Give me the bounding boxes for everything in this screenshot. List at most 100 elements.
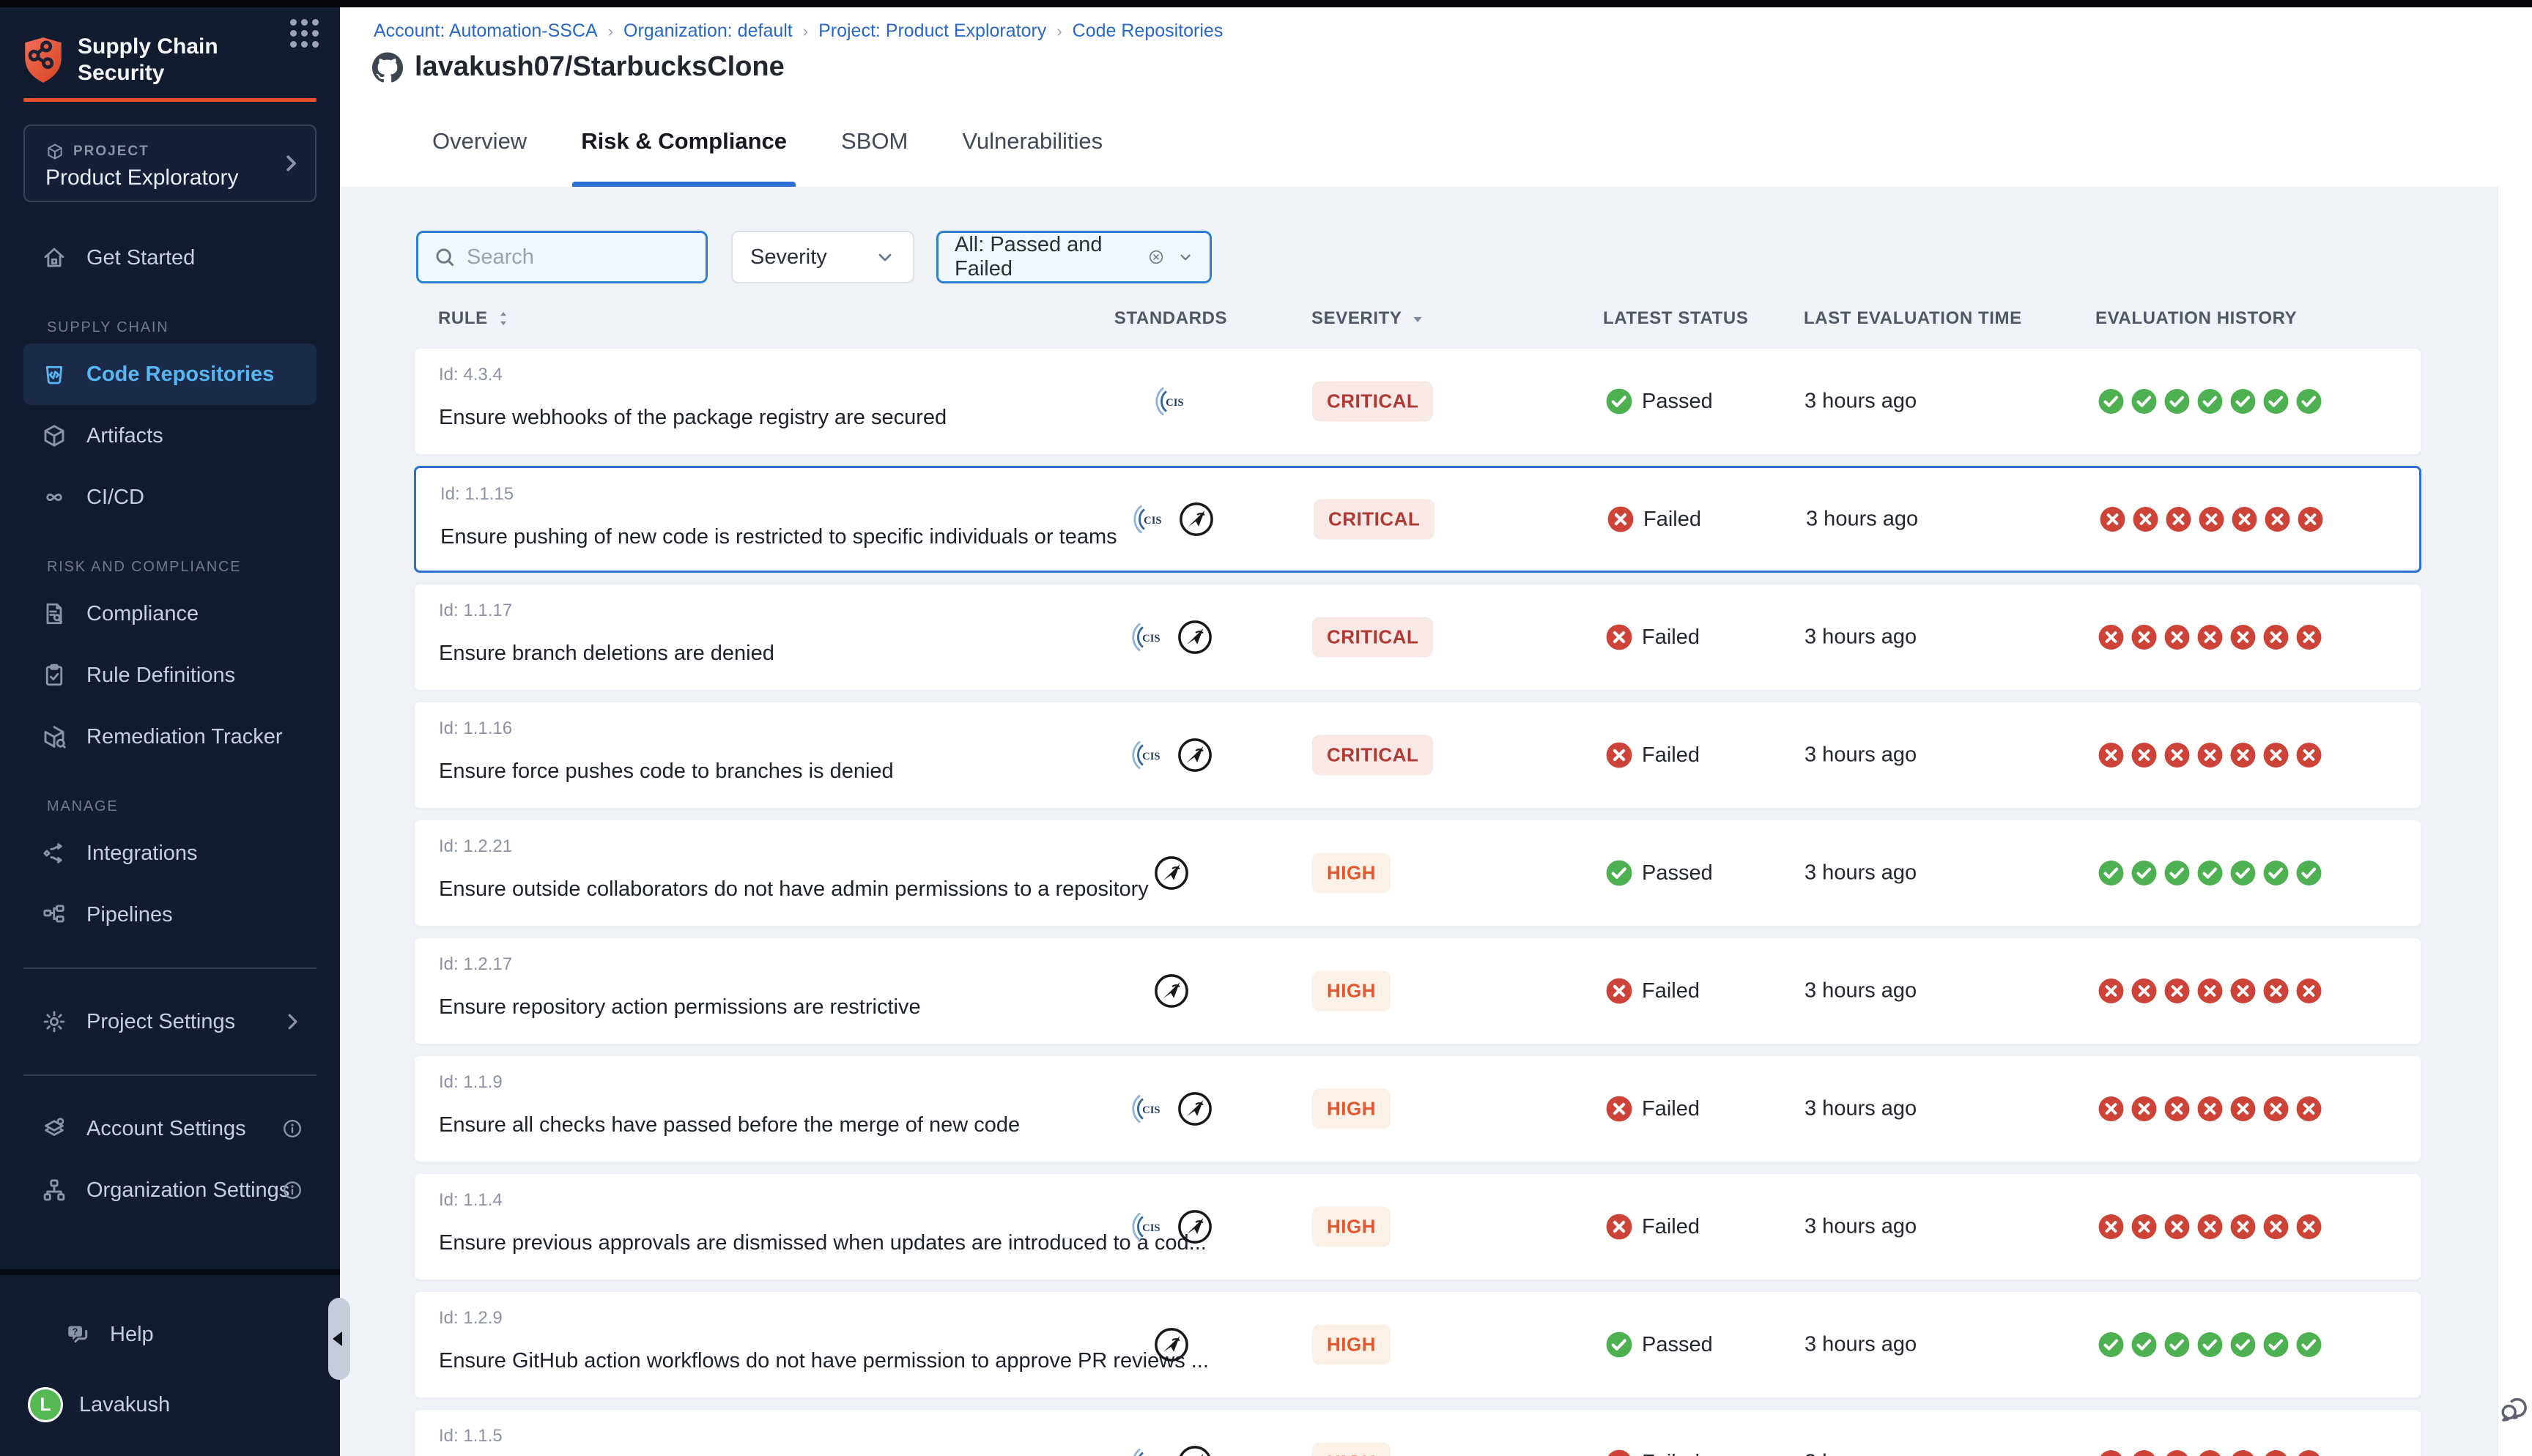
latest-status: Failed bbox=[1605, 977, 1700, 1005]
check-icon bbox=[2196, 1331, 2224, 1359]
sidebar-item-label: Rule Definitions bbox=[86, 664, 235, 688]
tab-overview[interactable]: Overview bbox=[423, 95, 536, 187]
sidebar-item-ci-cd[interactable]: CI/CD bbox=[23, 467, 316, 528]
owasp-icon bbox=[1176, 1444, 1214, 1456]
fail-icon bbox=[2297, 506, 2324, 533]
fail-icon bbox=[2196, 1214, 2224, 1241]
owasp-icon bbox=[1152, 972, 1191, 1010]
fail-icon bbox=[2262, 624, 2289, 651]
sidebar-item-organization-settings[interactable]: Organization Settings bbox=[23, 1159, 316, 1221]
table-row[interactable]: Id: 4.3.4Ensure webhooks of the package … bbox=[414, 348, 2421, 455]
breadcrumb-separator: › bbox=[1056, 22, 1062, 41]
project-name: Product Exploratory bbox=[45, 166, 238, 190]
project-label: PROJECT bbox=[73, 144, 149, 160]
status-label: Failed bbox=[1642, 1215, 1700, 1239]
fail-icon bbox=[1605, 623, 1633, 651]
fail-icon bbox=[2131, 1096, 2158, 1123]
breadcrumb-link-organization[interactable]: Organization: default bbox=[623, 21, 793, 42]
sidebar-item-account-settings[interactable]: Account Settings bbox=[23, 1098, 316, 1159]
table-row[interactable]: Id: 1.1.17Ensure branch deletions are de… bbox=[414, 584, 2421, 691]
table-row[interactable]: Id: 1.1.4Ensure previous approvals are d… bbox=[414, 1173, 2421, 1280]
fail-icon bbox=[2229, 978, 2257, 1005]
fail-icon bbox=[2131, 978, 2158, 1005]
fail-icon bbox=[2196, 978, 2224, 1005]
sidebar-item-label: Project Settings bbox=[86, 1010, 235, 1034]
status-label: Passed bbox=[1642, 1333, 1713, 1357]
fail-icon bbox=[2098, 1214, 2125, 1241]
breadcrumb-link-code-repositories[interactable]: Code Repositories bbox=[1073, 21, 1224, 42]
breadcrumb: Account: Automation-SSCA › Organization: d… bbox=[374, 21, 1223, 42]
table-row[interactable]: Id: 1.2.9Ensure GitHub action workflows … bbox=[414, 1291, 2421, 1398]
status-filter[interactable]: All: Passed and Failed bbox=[936, 231, 1212, 283]
column-last-evaluation-time: LAST EVALUATION TIME bbox=[1804, 308, 2022, 329]
fail-icon bbox=[1607, 505, 1635, 533]
brand-divider bbox=[23, 98, 316, 102]
clear-filter-icon[interactable] bbox=[1148, 247, 1164, 267]
check-icon bbox=[2196, 388, 2224, 415]
table-row[interactable]: Id: 1.2.21Ensure outside collaborators d… bbox=[414, 820, 2421, 926]
table-row[interactable]: Id: 1.1.9Ensure all checks have passed b… bbox=[414, 1055, 2421, 1162]
sidebar-item-code-repositories[interactable]: Code Repositories bbox=[23, 343, 316, 405]
fail-icon bbox=[2131, 742, 2158, 769]
risk-compliance-panel: Severity All: Passed and Failed RULE STA… bbox=[340, 187, 2498, 1456]
chevron-right-icon bbox=[280, 152, 302, 174]
sidebar-item-compliance[interactable]: Compliance bbox=[23, 583, 316, 645]
help-icon: ? bbox=[64, 1321, 91, 1348]
table-row[interactable]: Id: 1.2.17Ensure repository action permi… bbox=[414, 937, 2421, 1044]
column-severity[interactable]: SEVERITY bbox=[1311, 308, 1427, 329]
sidebar-item-rule-definitions[interactable]: Rule Definitions bbox=[23, 645, 316, 706]
sidebar-item-remediation-tracker[interactable]: Remediation Tracker bbox=[23, 706, 316, 768]
owasp-icon bbox=[1176, 1090, 1214, 1128]
table-row[interactable]: Id: 1.1.16Ensure force pushes code to br… bbox=[414, 702, 2421, 809]
fail-icon bbox=[2229, 742, 2257, 769]
breadcrumb-link-project[interactable]: Project: Product Exploratory bbox=[818, 21, 1046, 42]
table-row[interactable]: Id: 1.1.5CISHIGHFailed3 hours ago bbox=[414, 1409, 2421, 1456]
tab-risk-compliance[interactable]: Risk & Compliance bbox=[572, 95, 796, 187]
apps-grid-icon[interactable] bbox=[290, 19, 322, 51]
last-evaluation-time: 3 hours ago bbox=[1804, 979, 1917, 1003]
check-icon bbox=[2098, 1331, 2125, 1359]
rule-name: Ensure previous approvals are dismissed … bbox=[439, 1231, 1084, 1255]
check-icon bbox=[2262, 388, 2289, 415]
fail-icon bbox=[1605, 1213, 1633, 1241]
search-input[interactable] bbox=[467, 245, 686, 270]
infinity-icon bbox=[41, 484, 67, 510]
evaluation-history bbox=[2098, 1214, 2322, 1241]
sidebar-item-artifacts[interactable]: Artifacts bbox=[23, 405, 316, 467]
column-rule[interactable]: RULE bbox=[438, 308, 513, 329]
sort-desc-icon[interactable] bbox=[1408, 309, 1427, 328]
severity-badge: CRITICAL bbox=[1312, 382, 1433, 422]
latest-status: Passed bbox=[1605, 859, 1713, 887]
fail-icon bbox=[2131, 1449, 2158, 1456]
sidebar-item-integrations[interactable]: Integrations bbox=[23, 822, 316, 884]
standards-badges: CIS bbox=[1074, 468, 1272, 571]
latest-status: Passed bbox=[1605, 1331, 1713, 1359]
check-icon bbox=[2163, 860, 2191, 887]
home-icon bbox=[41, 245, 67, 271]
fail-icon bbox=[2295, 742, 2322, 769]
sidebar-collapse-handle[interactable] bbox=[328, 1298, 350, 1380]
sidebar-item-pipelines[interactable]: Pipelines bbox=[23, 884, 316, 946]
sidebar-item-project-settings[interactable]: Project Settings bbox=[23, 991, 316, 1052]
fail-icon bbox=[2098, 1096, 2125, 1123]
sidebar-item-get-started[interactable]: Get Started bbox=[23, 227, 316, 289]
project-selector[interactable]: PROJECT Product Exploratory bbox=[23, 125, 316, 202]
sidebar-item-help[interactable]: ? Help bbox=[47, 1304, 340, 1365]
user-menu[interactable]: L Lavakush bbox=[23, 1374, 316, 1435]
fail-icon bbox=[2163, 1214, 2191, 1241]
tab-sbom[interactable]: SBOM bbox=[832, 95, 917, 187]
sidebar-item-label: Code Repositories bbox=[86, 363, 274, 387]
table-row[interactable]: Id: 1.1.15Ensure pushing of new code is … bbox=[414, 466, 2421, 573]
fail-icon bbox=[2295, 624, 2322, 651]
severity-filter[interactable]: Severity bbox=[731, 231, 914, 283]
sort-icon[interactable] bbox=[494, 309, 513, 328]
breadcrumb-link-account[interactable]: Account: Automation-SSCA bbox=[374, 21, 598, 42]
chat-widget-icon[interactable] bbox=[2498, 1393, 2531, 1425]
column-latest-status: LATEST STATUS bbox=[1603, 308, 1748, 329]
check-icon bbox=[2229, 388, 2257, 415]
tab-vulnerabilities[interactable]: Vulnerabilities bbox=[953, 95, 1111, 187]
page-title: lavakush07/StarbucksClone bbox=[415, 51, 785, 83]
search-box bbox=[416, 231, 708, 283]
rule-id: Id: 1.2.17 bbox=[439, 954, 512, 975]
owasp-icon bbox=[1176, 618, 1214, 656]
